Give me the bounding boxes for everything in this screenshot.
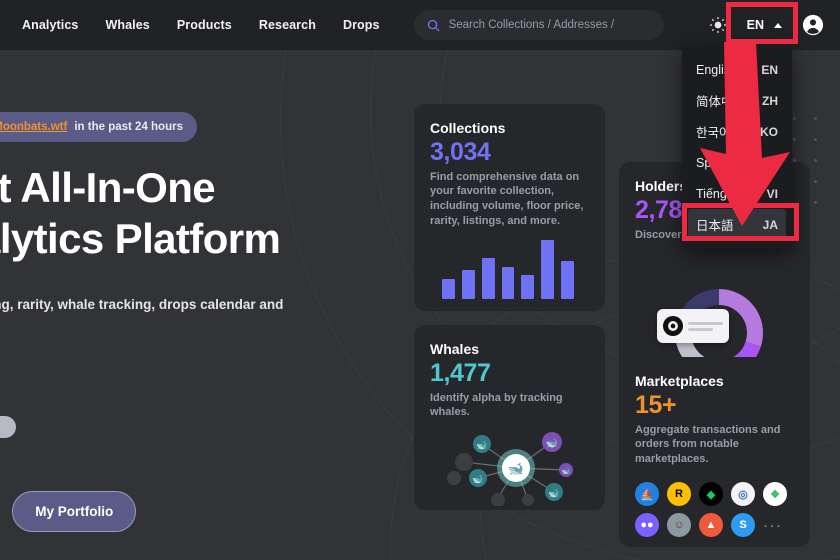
- activity-banner-pill[interactable]: Bought Moonbats.wtf in the past 24 hours: [0, 112, 197, 142]
- holder-tooltip-lines: [688, 321, 723, 331]
- marketplace-icon-grid: ⛵ R ◆ ◎ ❖ ●● ☺ ▲ S ···: [635, 482, 801, 537]
- bar-1: [442, 279, 455, 299]
- svg-text:🐋: 🐋: [562, 467, 571, 475]
- svg-text:🐋: 🐋: [546, 437, 558, 449]
- rarible-icon[interactable]: R: [667, 482, 691, 506]
- language-item-label: Spanish: [696, 155, 742, 170]
- marketplace-more-icon[interactable]: ···: [763, 518, 783, 533]
- looksrare-icon[interactable]: ●●: [635, 513, 659, 537]
- holder-thumb-icon: [663, 316, 683, 336]
- language-item-en[interactable]: English EN: [682, 54, 792, 85]
- holder-tooltip-card: [657, 309, 729, 343]
- language-item-ja[interactable]: 日本語 JA: [688, 209, 786, 240]
- sudoswap-icon[interactable]: S: [731, 513, 755, 537]
- blur-icon[interactable]: ◎: [731, 482, 755, 506]
- svg-text:🐋: 🐋: [472, 474, 483, 484]
- nav-link-products[interactable]: Products: [177, 18, 232, 32]
- nav-link-drops[interactable]: Drops: [343, 18, 380, 32]
- language-item-es[interactable]: Spanish ES: [682, 147, 792, 178]
- activity-suffix-label: in the past 24 hours: [74, 121, 183, 133]
- x2y2-icon[interactable]: ❖: [763, 482, 787, 506]
- sun-icon[interactable]: [709, 16, 727, 34]
- card-whales[interactable]: Whales 1,477 Identify alpha by tracking …: [414, 325, 605, 510]
- chevron-up-icon: [774, 22, 782, 28]
- card-marketplaces-stat: 15+: [635, 391, 677, 419]
- language-item-code: KO: [760, 124, 778, 139]
- search-icon: [426, 18, 441, 33]
- bar-2: [461, 269, 475, 299]
- language-item-code: VI: [766, 186, 778, 201]
- svg-text:🐋: 🐋: [548, 488, 559, 498]
- card-whales-stat: 1,477: [430, 359, 491, 387]
- user-avatar-icon[interactable]: [802, 14, 824, 36]
- card-collections-stat: 3,034: [430, 138, 491, 166]
- language-current-label: EN: [746, 18, 764, 32]
- card-whales-desc: Identify alpha by tracking whales.: [430, 391, 563, 419]
- bar-7: [561, 260, 575, 299]
- search-placeholder: Search Collections / Addresses /: [448, 19, 615, 31]
- language-item-label: 日本語: [696, 219, 734, 233]
- nav-links: Analytics Whales Products Research Drops: [0, 18, 380, 32]
- bar-3: [481, 258, 495, 299]
- card-marketplaces-title: Marketplaces: [635, 373, 724, 389]
- hero-buttons: d My Portfolio: [0, 491, 137, 532]
- language-item-label: 한국어: [696, 126, 731, 140]
- search-input[interactable]: Search Collections / Addresses /: [413, 10, 664, 40]
- opensea-icon[interactable]: ⛵: [635, 482, 659, 506]
- language-item-code: ES: [761, 155, 778, 170]
- card-marketplaces[interactable]: Marketplaces 15+ Aggregate transactions …: [619, 357, 810, 547]
- svg-text:🐋: 🐋: [476, 440, 487, 450]
- collections-bar-chart: [442, 233, 575, 299]
- language-dropdown-menu[interactable]: English EN 简体中文 ZH 한국어 KO Spanish ES Tiếng Việt V…: [682, 46, 792, 248]
- hero-subtitle: ha by ranking, rarity, whale tracking, d…: [0, 297, 284, 312]
- hero-title-line-1: est All-In-One: [0, 164, 216, 211]
- language-item-code: JA: [762, 217, 778, 232]
- language-item-zh[interactable]: 简体中文 ZH: [682, 85, 792, 116]
- nav-link-analytics[interactable]: Analytics: [22, 18, 78, 32]
- language-item-label: English: [696, 62, 737, 77]
- language-item-code: EN: [761, 62, 778, 77]
- page-title: est All-In-One nalytics Platform: [0, 162, 281, 264]
- svg-text:🐋: 🐋: [508, 461, 524, 476]
- hero-title-line-2: nalytics Platform: [0, 215, 281, 263]
- language-item-label: Tiếng Việt: [696, 186, 752, 201]
- activity-collection-link[interactable]: Moonbats.wtf: [0, 121, 67, 133]
- bar-6: [541, 239, 555, 299]
- cryptopunk-icon[interactable]: ☺: [667, 513, 691, 537]
- card-collections[interactable]: Collections 3,034 Find comprehensive dat…: [414, 104, 605, 311]
- card-whales-title: Whales: [430, 341, 480, 357]
- bar-4: [501, 267, 515, 299]
- nav-link-research[interactable]: Research: [259, 18, 316, 32]
- language-item-ko[interactable]: 한국어 KO: [682, 116, 792, 147]
- language-switcher[interactable]: EN: [743, 15, 786, 35]
- card-marketplaces-desc: Aggregate transactions and orders from n…: [635, 423, 781, 466]
- my-portfolio-button[interactable]: My Portfolio: [12, 491, 137, 532]
- card-collections-desc: Find comprehensive data on your favorite…: [430, 170, 584, 228]
- language-item-code: ZH: [762, 93, 778, 108]
- card-collections-title: Collections: [430, 120, 506, 136]
- nav-link-whales[interactable]: Whales: [105, 18, 149, 32]
- language-item-vi[interactable]: Tiếng Việt VI: [682, 178, 792, 209]
- bar-5: [521, 275, 535, 299]
- top-navbar: Analytics Whales Products Research Drops…: [0, 0, 840, 50]
- foundation-icon[interactable]: ▲: [699, 513, 723, 537]
- gem-icon[interactable]: ◆: [699, 482, 723, 506]
- navbar-right-actions: EN: [709, 14, 840, 36]
- language-item-label: 简体中文: [696, 95, 747, 109]
- whales-network-graph: 🐋 🐋 🐋 🐋 🐋 🐋: [436, 422, 596, 507]
